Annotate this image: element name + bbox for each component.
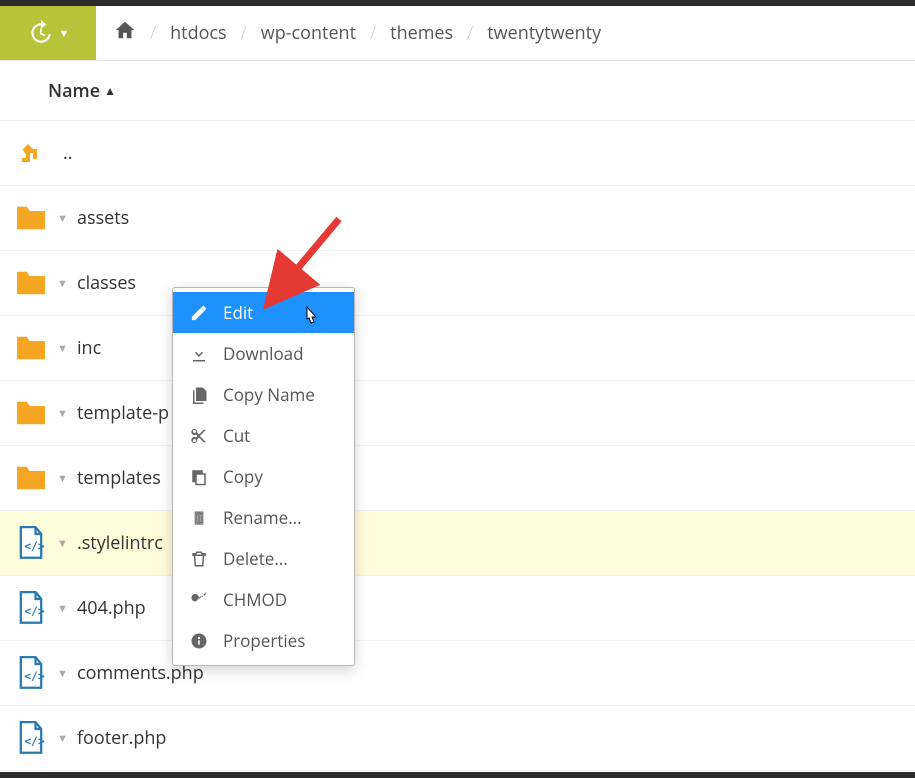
menu-item-label: Copy Name <box>223 383 315 406</box>
menu-item-label: Delete... <box>223 547 288 570</box>
level-up-icon <box>19 139 43 167</box>
breadcrumb-item[interactable]: themes <box>390 21 453 45</box>
menu-item-label: Rename... <box>223 506 302 529</box>
file-name: inc <box>77 336 101 360</box>
code-file-icon: </> <box>13 591 49 625</box>
menu-item-label: Properties <box>223 629 305 652</box>
menu-item-rename-[interactable]: Rename... <box>173 497 354 538</box>
menu-item-label: CHMOD <box>223 588 287 611</box>
header-bar: ▼ / htdocs / wp-content / themes / twent… <box>0 6 915 61</box>
menu-item-properties[interactable]: Properties <box>173 620 354 661</box>
column-header-name[interactable]: Name ▲ <box>0 61 915 121</box>
bottom-border <box>0 772 915 778</box>
sort-asc-icon: ▲ <box>104 82 116 99</box>
chevron-down-icon[interactable]: ▼ <box>57 276 67 291</box>
breadcrumb-item[interactable]: htdocs <box>170 21 227 45</box>
folder-icon <box>13 204 49 232</box>
file-name: assets <box>77 206 129 230</box>
folder-icon <box>13 334 49 362</box>
svg-text:</>: </> <box>24 604 45 618</box>
folder-icon <box>13 269 49 297</box>
file-row[interactable]: </> ▼ 404.php <box>0 576 915 641</box>
parent-dir-row[interactable]: .. <box>0 121 915 186</box>
file-name: 404.php <box>77 596 146 620</box>
svg-text:</>: </> <box>24 734 45 748</box>
folder-icon <box>13 464 49 492</box>
chevron-down-icon[interactable]: ▼ <box>57 471 67 486</box>
context-menu: Edit Download Copy Name Cut Copy Rename... Del… <box>172 287 355 666</box>
folder-icon <box>13 399 49 427</box>
copy-icon <box>189 468 209 486</box>
breadcrumb-item[interactable]: twentytwenty <box>487 21 601 45</box>
menu-item-download[interactable]: Download <box>173 333 354 374</box>
menu-item-edit[interactable]: Edit <box>173 292 354 333</box>
file-row[interactable]: ▼ inc <box>0 316 915 381</box>
menu-item-label: Download <box>223 342 304 365</box>
rename-icon <box>189 509 209 527</box>
chevron-down-icon[interactable]: ▼ <box>57 731 67 746</box>
code-file-icon: </> <box>13 721 49 755</box>
file-name: footer.php <box>77 726 166 750</box>
menu-item-delete-[interactable]: Delete... <box>173 538 354 579</box>
home-icon[interactable] <box>114 19 136 47</box>
chevron-down-icon[interactable]: ▼ <box>57 211 67 226</box>
chevron-down-icon[interactable]: ▼ <box>57 536 67 551</box>
column-label: Name <box>48 79 100 103</box>
history-icon <box>27 20 53 46</box>
file-row[interactable]: </> ▼ .stylelintrc <box>0 511 915 576</box>
file-name: .stylelintrc <box>77 531 163 555</box>
file-row[interactable]: </>▼comments.php <box>0 641 915 706</box>
chevron-down-icon: ▼ <box>59 26 70 41</box>
file-row[interactable]: ▼ assets <box>0 186 915 251</box>
chmod-icon <box>189 591 209 609</box>
menu-item-chmod[interactable]: CHMOD <box>173 579 354 620</box>
menu-item-copy[interactable]: Copy <box>173 456 354 497</box>
breadcrumb-separator: / <box>241 21 247 45</box>
menu-item-label: Copy <box>223 465 263 488</box>
file-row[interactable]: ▼ classes <box>0 251 915 316</box>
chevron-down-icon[interactable]: ▼ <box>57 666 67 681</box>
breadcrumb-separator: / <box>370 21 376 45</box>
parent-dir-label: .. <box>63 141 72 165</box>
download-icon <box>189 345 209 363</box>
info-icon <box>189 632 209 650</box>
code-file-icon: </> <box>13 656 49 690</box>
menu-item-cut[interactable]: Cut <box>173 415 354 456</box>
edit-icon <box>189 304 209 322</box>
breadcrumb-item[interactable]: wp-content <box>261 21 356 45</box>
file-name: templates <box>77 466 161 490</box>
breadcrumb-separator: / <box>150 21 156 45</box>
file-row[interactable]: </> ▼ footer.php <box>0 706 915 771</box>
chevron-down-icon[interactable]: ▼ <box>57 601 67 616</box>
history-button[interactable]: ▼ <box>0 6 96 60</box>
breadcrumb-separator: / <box>467 21 473 45</box>
chevron-down-icon[interactable]: ▼ <box>57 341 67 356</box>
code-file-icon: </> <box>13 526 49 560</box>
svg-text:</>: </> <box>24 669 45 683</box>
file-name: template-p <box>77 401 169 425</box>
menu-item-label: Edit <box>223 301 253 324</box>
copy-name-icon <box>189 386 209 404</box>
file-list: .. ▼ assets ▼ classes ▼ inc ▼ template-p ▼ templa… <box>0 121 915 771</box>
menu-item-label: Cut <box>223 424 250 447</box>
file-name: classes <box>77 271 136 295</box>
svg-text:</>: </> <box>24 539 45 553</box>
chevron-down-icon[interactable]: ▼ <box>57 406 67 421</box>
menu-item-copy-name[interactable]: Copy Name <box>173 374 354 415</box>
file-row[interactable]: ▼ template-p <box>0 381 915 446</box>
file-row[interactable]: ▼ templates <box>0 446 915 511</box>
cut-icon <box>189 427 209 445</box>
delete-icon <box>189 550 209 568</box>
breadcrumb: / htdocs / wp-content / themes / twentyt… <box>96 6 601 60</box>
